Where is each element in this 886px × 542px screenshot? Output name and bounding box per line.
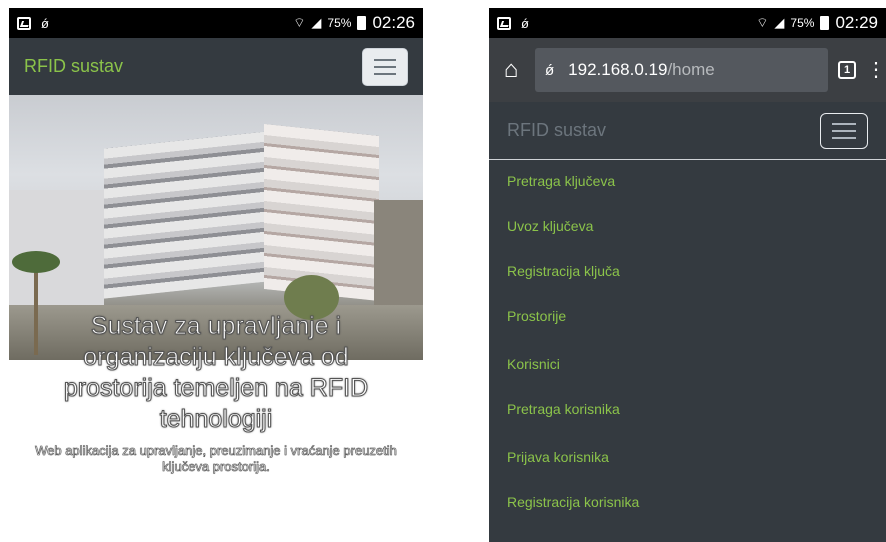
navbar: RFID sustav xyxy=(489,102,886,160)
usb-icon: ǿ xyxy=(521,15,529,31)
hamburger-line xyxy=(374,72,396,75)
wifi-icon: ⌔ xyxy=(293,15,306,30)
wifi-icon: ⌔ xyxy=(756,15,769,30)
status-bar: ǿ ⌔ ◢ 75% 02:26 xyxy=(9,8,423,38)
address-bar[interactable]: ǿ 192.168.0.19/home xyxy=(535,48,828,92)
hero-title: Sustav za upravljanje i organizaciju klj… xyxy=(63,312,369,434)
nav-menu: Pretraga ključeva Uvoz ključeva Registra… xyxy=(489,173,886,510)
signal-icon: ◢ xyxy=(774,15,785,30)
navbar: RFID sustav xyxy=(9,38,423,95)
building-facade-right xyxy=(264,123,379,302)
nav-link-pretraga-kljuceva[interactable]: Pretraga ključeva xyxy=(489,173,886,189)
status-bar: ǿ ⌔ ◢ 75% 02:29 xyxy=(489,8,886,38)
nav-link-registracija-kljuca[interactable]: Registracija ključa xyxy=(489,263,886,279)
battery-percent: 75% xyxy=(790,16,815,30)
url-path: /home xyxy=(667,60,715,79)
building-facade xyxy=(104,131,269,299)
navbar-toggler-button[interactable] xyxy=(362,47,408,86)
hamburger-icon xyxy=(832,122,856,125)
building-far-right xyxy=(374,200,423,320)
nav-link-korisnici[interactable]: Korisnici xyxy=(489,356,886,372)
right-phone-screen: ǿ ⌔ ◢ 75% 02:29 ⌂ ǿ 192.168.0.19/home 1 … xyxy=(489,8,886,542)
nav-link-prostorije[interactable]: Prostorije xyxy=(489,308,886,324)
nav-link-prijava-korisnika[interactable]: Prijava korisnika xyxy=(489,449,886,465)
hamburger-line xyxy=(832,136,856,139)
url-host: 192.168.0.19 xyxy=(568,60,668,79)
navbar-brand[interactable]: RFID sustav xyxy=(507,120,606,141)
tab-switcher-button[interactable]: 1 xyxy=(838,61,856,79)
battery-icon xyxy=(357,16,367,30)
nav-link-uvoz-kljuceva[interactable]: Uvoz ključeva xyxy=(489,218,886,234)
clock: 02:29 xyxy=(835,13,878,32)
left-phone-screen: ǿ ⌔ ◢ 75% 02:26 RFID sustav Sustav za up… xyxy=(9,8,423,534)
home-icon[interactable]: ⌂ xyxy=(497,56,525,84)
hamburger-icon xyxy=(374,58,396,61)
nav-link-registracija-korisnika[interactable]: Registracija korisnika xyxy=(489,494,886,510)
navbar-toggler-button[interactable] xyxy=(820,112,868,149)
hamburger-line xyxy=(374,65,396,68)
clock: 02:26 xyxy=(372,13,415,32)
usb-icon: ǿ xyxy=(41,15,49,31)
signal-icon: ◢ xyxy=(311,15,322,30)
navbar-brand[interactable]: RFID sustav xyxy=(24,56,123,77)
browser-toolbar: ⌂ ǿ 192.168.0.19/home 1 ⋮ xyxy=(489,38,886,102)
nav-link-pretraga-korisnika[interactable]: Pretraga korisnika xyxy=(489,401,886,417)
incognito-icon: ǿ xyxy=(545,61,555,79)
hamburger-line xyxy=(832,129,856,132)
more-vert-icon[interactable]: ⋮ xyxy=(866,60,886,80)
gallery-icon xyxy=(497,16,511,30)
gallery-icon xyxy=(17,16,31,30)
hero-caption: Sustav za upravljanje i organizaciju klj… xyxy=(9,311,423,475)
battery-icon xyxy=(820,16,830,30)
battery-percent: 75% xyxy=(327,16,352,30)
hero-subtitle: Web aplikacija za upravljanje, preuziman… xyxy=(35,443,397,475)
